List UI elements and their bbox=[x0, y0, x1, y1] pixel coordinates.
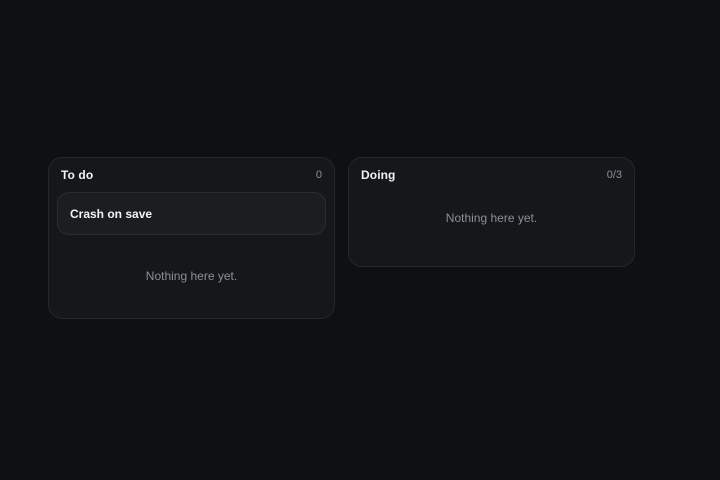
column-doing: Doing 0/3 Nothing here yet. bbox=[348, 157, 635, 267]
column-header: To do 0 bbox=[57, 158, 326, 192]
column-title: To do bbox=[61, 168, 94, 182]
task-card[interactable]: Crash on save bbox=[57, 192, 326, 235]
column-header: Doing 0/3 bbox=[357, 158, 626, 192]
empty-state-text: Nothing here yet. bbox=[445, 211, 538, 225]
kanban-board: To do 0 Crash on save Nothing here yet. … bbox=[48, 157, 635, 319]
task-card-title: Crash on save bbox=[70, 206, 153, 221]
column-wip-count: 0/3 bbox=[606, 169, 622, 181]
column-title: Doing bbox=[361, 168, 396, 182]
empty-state-text: Nothing here yet. bbox=[145, 269, 238, 283]
column-todo: To do 0 Crash on save Nothing here yet. bbox=[48, 157, 335, 319]
column-count: 0 bbox=[315, 169, 322, 181]
